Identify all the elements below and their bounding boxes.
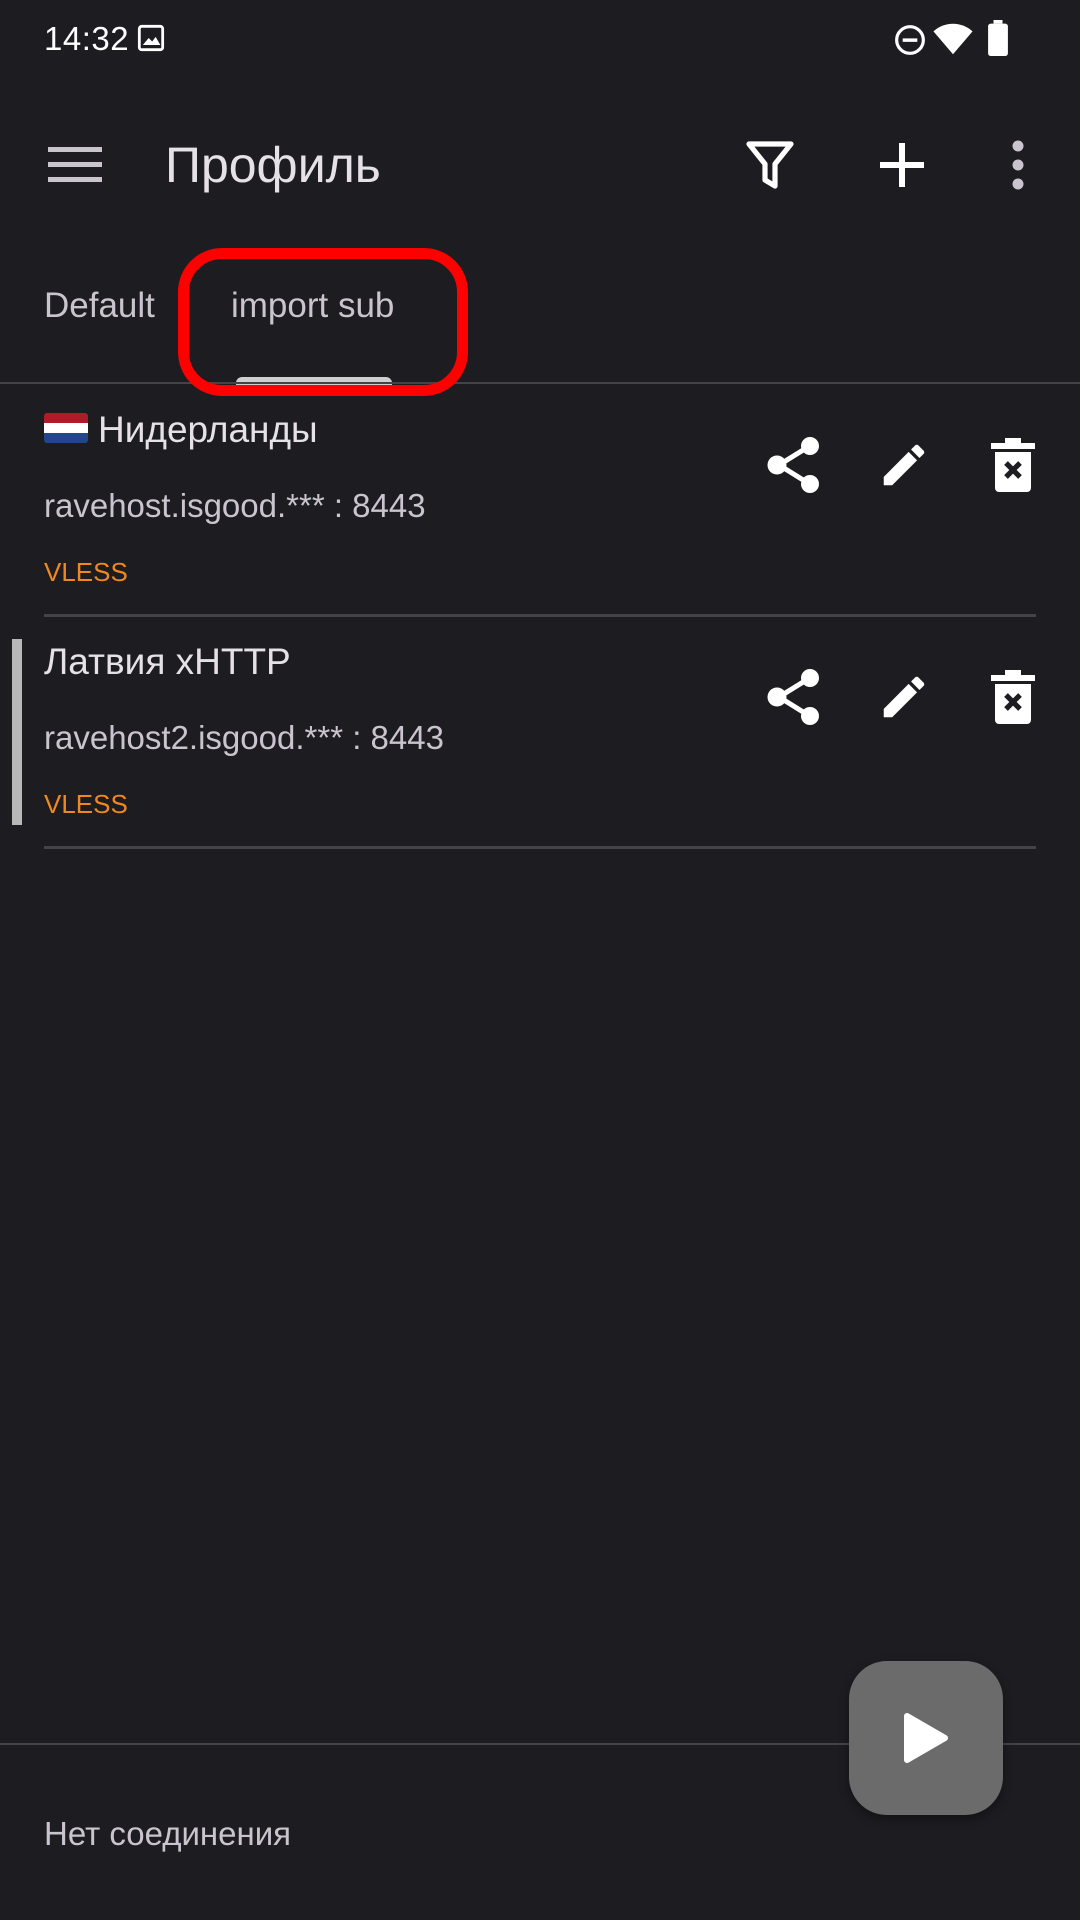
active-profile-indicator (12, 639, 22, 825)
edit-button[interactable] (864, 657, 944, 737)
edit-button[interactable] (864, 425, 944, 505)
image-icon (137, 24, 165, 57)
delete-button[interactable] (973, 425, 1053, 505)
profile-name: Латвия xHTTP (44, 641, 291, 682)
profile-address: ravehost.isgood.*** : 8443 (44, 487, 426, 524)
edit-pencil-icon (883, 444, 925, 486)
share-icon (767, 437, 819, 493)
edit-pencil-icon (883, 676, 925, 718)
app-bar: Профиль (0, 100, 1080, 230)
status-time: 14:32 (44, 20, 130, 57)
screen: 14:32 Профиль Default import sub Нидерла… (0, 0, 1080, 1920)
more-vert-icon (1012, 140, 1024, 190)
share-button[interactable] (754, 657, 834, 737)
profile-name: Нидерланды (44, 409, 318, 451)
do-not-disturb-icon (894, 24, 926, 61)
profile-list-item[interactable]: Нидерланды ravehost.isgood.*** : 8443 VL… (0, 385, 1080, 617)
hamburger-menu-icon (48, 147, 102, 182)
connect-fab-button[interactable] (849, 1661, 1003, 1815)
delete-trash-icon (991, 438, 1035, 492)
profile-protocol: VLESS (44, 557, 128, 587)
profile-protocol: VLESS (44, 789, 128, 819)
tab-default[interactable]: Default (44, 241, 155, 371)
list-divider (44, 846, 1036, 849)
filter-icon (746, 141, 794, 189)
profile-address: ravehost2.isgood.*** : 8443 (44, 719, 444, 756)
tabs-divider (0, 382, 1080, 384)
more-options-button[interactable] (978, 125, 1058, 205)
delete-button[interactable] (973, 657, 1053, 737)
delete-trash-icon (991, 670, 1035, 724)
tab-bar: Default import sub (0, 245, 1080, 385)
wifi-icon (932, 22, 974, 61)
netherlands-flag-icon (44, 413, 88, 444)
page-title: Профиль (165, 137, 381, 193)
highlight-annotation (178, 248, 468, 396)
profile-list-item[interactable]: Латвия xHTTP ravehost2.isgood.*** : 8443… (0, 617, 1080, 849)
filter-button[interactable] (730, 125, 810, 205)
connection-status: Нет соединения (44, 1815, 292, 1852)
share-button[interactable] (754, 425, 834, 505)
play-icon (904, 1713, 948, 1763)
menu-button[interactable] (36, 125, 116, 205)
share-icon (767, 669, 819, 725)
add-button[interactable] (862, 125, 942, 205)
status-bar: 14:32 (0, 0, 1080, 80)
battery-icon (986, 20, 1010, 61)
add-icon (880, 143, 924, 187)
